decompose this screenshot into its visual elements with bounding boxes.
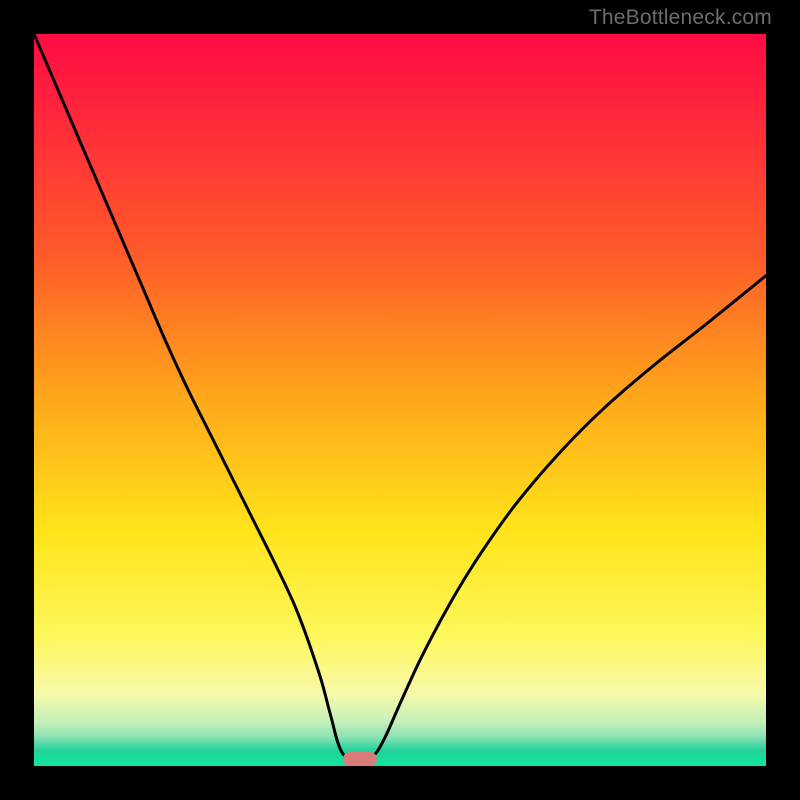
watermark-text: TheBottleneck.com (589, 6, 772, 30)
optimal-marker (343, 752, 377, 766)
bottleneck-curve (34, 34, 766, 766)
plot-area (34, 34, 766, 766)
chart-stage: TheBottleneck.com (0, 0, 800, 800)
